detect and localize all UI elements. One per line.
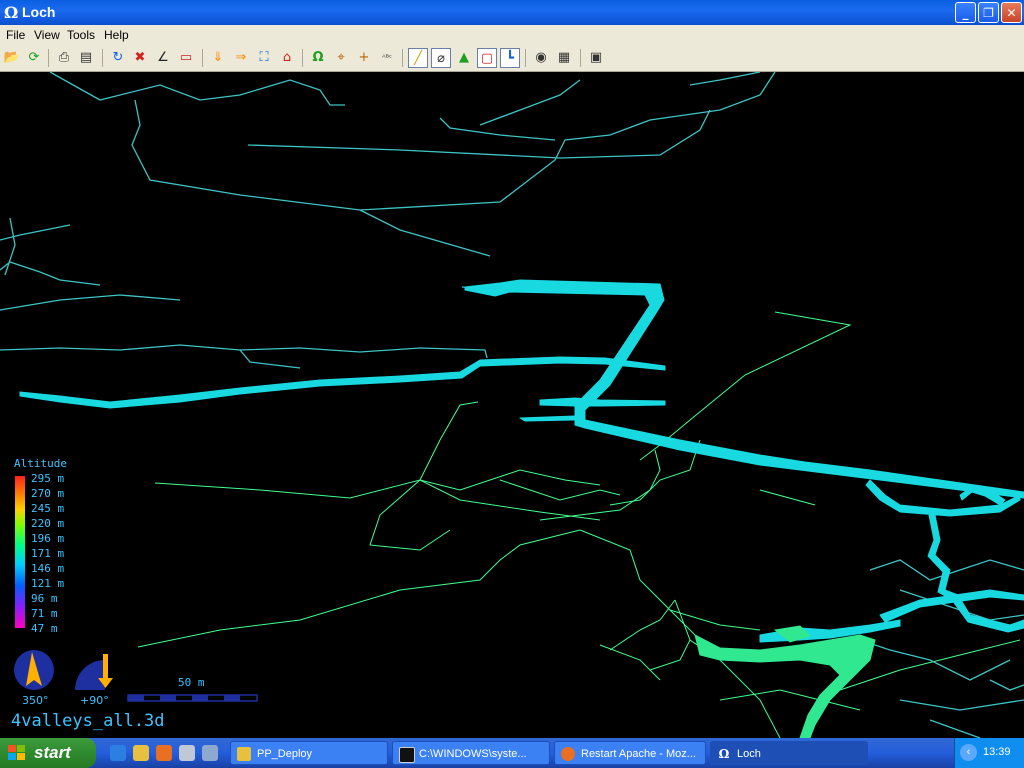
cave-survey-viewport[interactable]: Altitude 295 m 270 m 245 m 220 m 196 m 1… bbox=[0, 72, 1024, 738]
crosshair-icon[interactable]: ⌖ bbox=[331, 48, 351, 68]
menu-view[interactable]: View bbox=[34, 28, 60, 42]
scale-bar bbox=[127, 694, 258, 702]
command-prompt-icon bbox=[399, 747, 415, 763]
taskbar-item-pp-deploy[interactable]: PP_Deploy bbox=[230, 741, 388, 765]
cancel-rotate-icon[interactable]: ✖ bbox=[130, 48, 150, 68]
close-button[interactable]: ✕ bbox=[1001, 2, 1022, 23]
surface-legs bbox=[137, 311, 1021, 738]
scale-label: 50 m bbox=[178, 676, 205, 689]
legend-label: 146 m bbox=[31, 562, 65, 575]
passage-tubes-icon[interactable]: ⌀ bbox=[431, 48, 451, 68]
compass-bearing: 350° bbox=[22, 694, 49, 707]
maximize-button[interactable]: ❐ bbox=[978, 2, 999, 23]
start-button[interactable]: start bbox=[0, 738, 96, 768]
home-icon[interactable]: ⌂ bbox=[277, 48, 297, 68]
toolbar-separator bbox=[525, 49, 526, 67]
plus-icon[interactable]: + bbox=[354, 48, 374, 68]
task-label: Restart Apache - Moz... bbox=[581, 748, 696, 760]
bounding-box-icon[interactable]: ▢ bbox=[477, 48, 497, 68]
legend-title: Altitude bbox=[14, 457, 67, 470]
system-tray: ‹ 13:39 bbox=[954, 738, 1024, 768]
legend-label: 295 m bbox=[31, 472, 65, 485]
start-label: start bbox=[34, 743, 71, 762]
right-arrow-icon[interactable]: ⇒ bbox=[231, 48, 251, 68]
taskbar-item-loch[interactable]: Ω Loch bbox=[710, 741, 868, 765]
passage-tubes-low bbox=[694, 625, 876, 738]
text-label-icon[interactable]: ᴬᴮᶜ bbox=[377, 48, 397, 68]
task-label: PP_Deploy bbox=[257, 748, 313, 760]
taskbar: start PP_Deploy C:\WINDOWS\syste... Rest… bbox=[0, 738, 1024, 768]
taskbar-item-command-prompt[interactable]: C:\WINDOWS\syste... bbox=[392, 741, 550, 765]
show-hidden-icons-icon[interactable]: ‹ bbox=[960, 744, 977, 761]
refresh-icon[interactable]: ⟳ bbox=[24, 48, 44, 68]
window-title: Loch bbox=[22, 4, 56, 20]
menu-file[interactable]: File bbox=[6, 28, 25, 42]
survey-filename: 4valleys_all.3d bbox=[11, 711, 165, 731]
windows-flag-icon bbox=[8, 745, 25, 760]
fullscreen-icon[interactable]: ▣ bbox=[586, 48, 606, 68]
recording-icon[interactable]: ◉ bbox=[531, 48, 551, 68]
toolbar-separator bbox=[580, 49, 581, 67]
toolbar-separator bbox=[48, 49, 49, 67]
legend-label: 171 m bbox=[31, 547, 65, 560]
tilt-icon[interactable]: ∠ bbox=[153, 48, 173, 68]
legend-label: 96 m bbox=[31, 592, 58, 605]
print-preview-icon[interactable]: ▤ bbox=[76, 48, 96, 68]
omega-icon[interactable]: Ω bbox=[308, 48, 328, 68]
print-icon[interactable]: ⎙ bbox=[54, 48, 74, 68]
rotate-icon[interactable]: ↻ bbox=[108, 48, 128, 68]
open-file-icon[interactable]: 📂 bbox=[2, 48, 22, 68]
firefox-icon[interactable] bbox=[156, 745, 172, 761]
toolbar: 📂 ⟳ ⎙ ▤ ↻ ✖ ∠ ▭ ⇓ ⇒ ⛶ ⌂ Ω ⌖ + ᴬᴮᶜ ╱ ⌀ ▲ … bbox=[0, 45, 1024, 72]
survey-3d-render bbox=[0, 72, 1024, 738]
centreline-network bbox=[0, 72, 776, 369]
omega-icon: Ω bbox=[718, 747, 730, 761]
omega-icon: Ω bbox=[4, 3, 19, 22]
toolbar-separator bbox=[102, 49, 103, 67]
axes-icon[interactable]: ┗ bbox=[500, 48, 520, 68]
legend-label: 196 m bbox=[31, 532, 65, 545]
legend-label: 245 m bbox=[31, 502, 65, 515]
clino-needle bbox=[103, 654, 108, 680]
internet-explorer-icon[interactable] bbox=[110, 745, 126, 761]
legend-label: 47 m bbox=[31, 622, 58, 635]
down-arrow-icon[interactable]: ⇓ bbox=[208, 48, 228, 68]
folder-icon[interactable] bbox=[133, 745, 149, 761]
legend-label: 270 m bbox=[31, 487, 65, 500]
menu-help[interactable]: Help bbox=[104, 28, 129, 42]
view-3d-icon[interactable]: ▭ bbox=[176, 48, 196, 68]
altitude-color-bar bbox=[15, 476, 25, 628]
legend-label: 71 m bbox=[31, 607, 58, 620]
text-editor-icon[interactable] bbox=[179, 745, 195, 761]
show-desktop-icon[interactable] bbox=[202, 745, 218, 761]
firefox-icon bbox=[561, 747, 575, 761]
menu-bar: File View Tools Help bbox=[0, 25, 1024, 45]
legend-label: 121 m bbox=[31, 577, 65, 590]
menu-tools[interactable]: Tools bbox=[67, 28, 95, 42]
legend-label: 220 m bbox=[31, 517, 65, 530]
toolbar-separator bbox=[202, 49, 203, 67]
passage-tubes bbox=[19, 279, 1024, 643]
taskbar-item-firefox[interactable]: Restart Apache - Moz... bbox=[554, 741, 706, 765]
folder-icon bbox=[237, 747, 251, 761]
task-label: C:\WINDOWS\syste... bbox=[419, 748, 527, 760]
surface-icon[interactable]: ▲ bbox=[454, 48, 474, 68]
minimize-button[interactable]: _ bbox=[955, 2, 976, 23]
task-label: Loch bbox=[737, 748, 761, 760]
fit-view-icon[interactable]: ⛶ bbox=[254, 48, 274, 68]
centreline-icon[interactable]: ╱ bbox=[408, 48, 428, 68]
toolbar-separator bbox=[302, 49, 303, 67]
clino-tilt: +90° bbox=[80, 694, 109, 707]
title-bar: Ω Loch _ ❐ ✕ bbox=[0, 0, 1024, 25]
log-icon[interactable]: ▦ bbox=[554, 48, 574, 68]
toolbar-separator bbox=[402, 49, 403, 67]
clino-dial bbox=[75, 660, 105, 690]
clock: 13:39 bbox=[983, 746, 1011, 758]
